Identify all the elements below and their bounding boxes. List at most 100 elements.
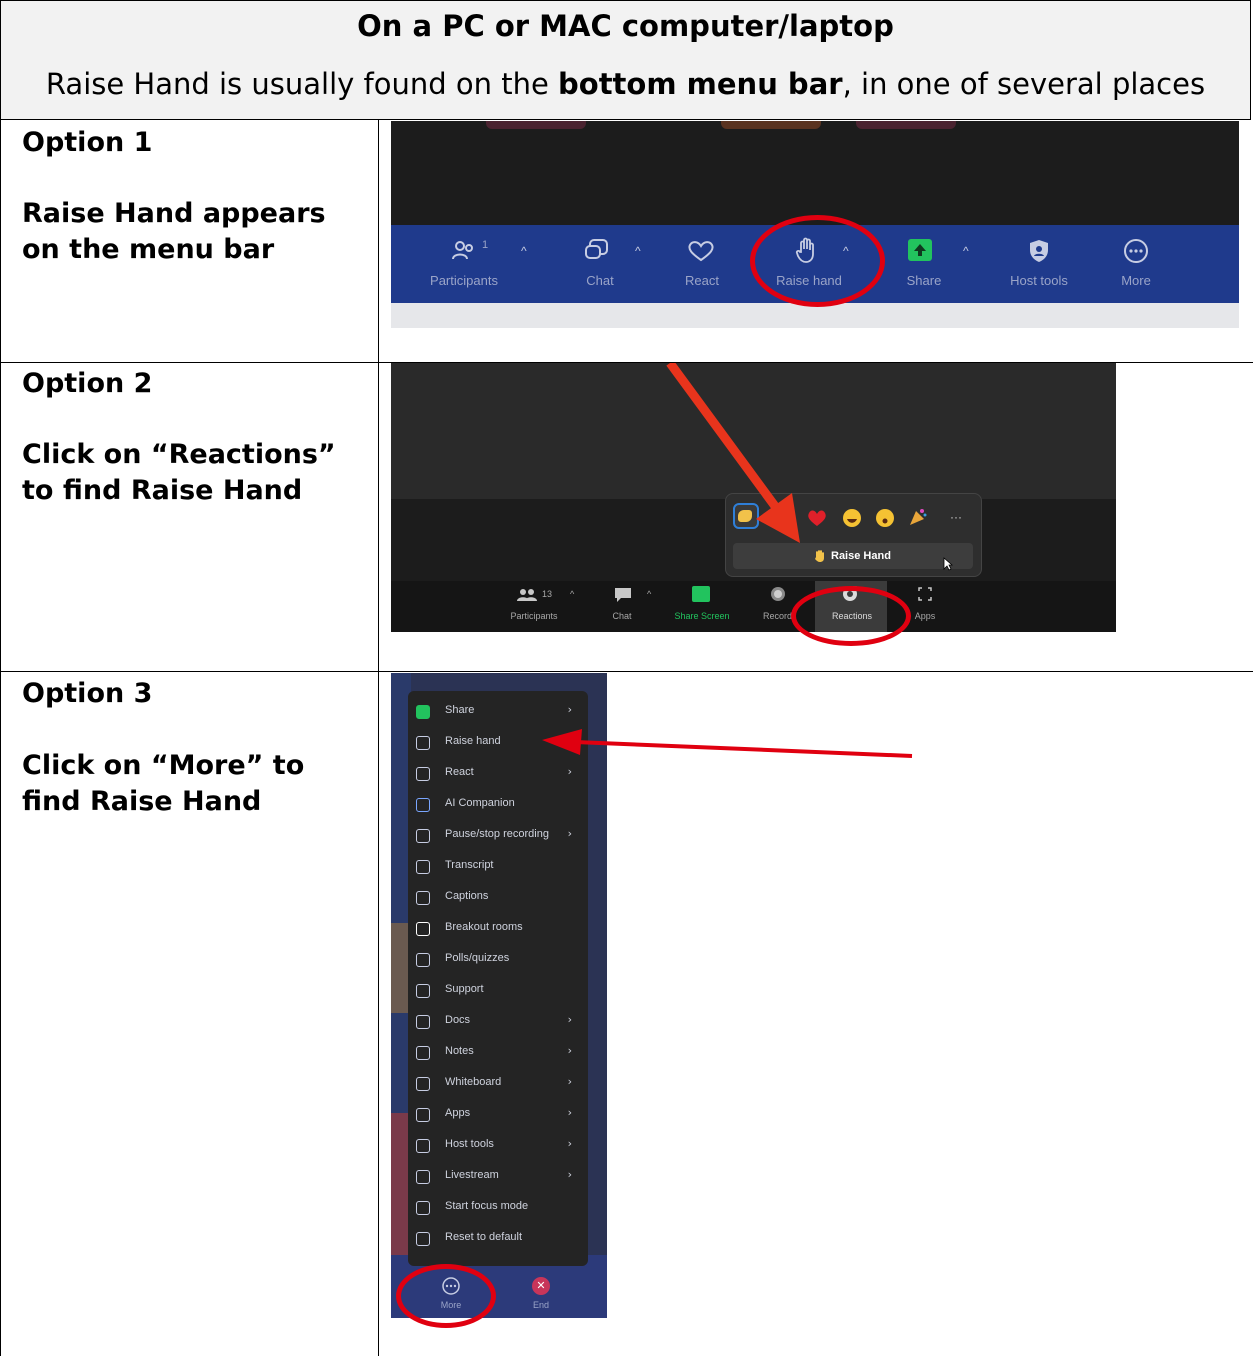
- menu-item-label: Apps: [445, 1107, 471, 1119]
- share-screen-icon[interactable]: [692, 586, 710, 602]
- option-1-description: Raise Hand appears on the menu bar: [22, 198, 326, 265]
- share-screen-label[interactable]: Share Screen: [665, 611, 739, 621]
- menu-item[interactable]: Host tools ›: [408, 1131, 588, 1162]
- table-left-border: [0, 120, 1, 1356]
- share-icon[interactable]: [908, 239, 932, 261]
- option-1-title: Option 1: [22, 127, 153, 158]
- mouse-cursor-icon: [943, 557, 953, 571]
- menu-item[interactable]: Support: [408, 976, 588, 1007]
- video-tile-edges: [486, 121, 586, 129]
- more-icon[interactable]: [1123, 238, 1149, 264]
- menu-item-icon: [416, 829, 430, 843]
- menu-item[interactable]: Polls/quizzes: [408, 945, 588, 976]
- highlight-circle-more: [396, 1264, 496, 1328]
- menu-item-icon: [416, 1015, 430, 1029]
- menu-item-icon: [416, 984, 430, 998]
- menu-item[interactable]: Reset to default: [408, 1224, 588, 1255]
- menu-item-label: Start focus mode: [445, 1200, 529, 1212]
- video-tile-edges: [856, 121, 956, 129]
- menu-item-label: Whiteboard: [445, 1076, 502, 1088]
- end-icon[interactable]: ✕: [532, 1277, 550, 1295]
- menu-item-icon: [416, 1046, 430, 1060]
- menu-item-icon: [416, 736, 430, 750]
- menu-item-label: Livestream: [445, 1169, 499, 1181]
- host-tools-label[interactable]: Host tools: [997, 273, 1081, 288]
- more-menu-items: Share › Raise hand React › AI Companion Pause/…: [408, 697, 588, 1257]
- menu-item-label: Polls/quizzes: [445, 952, 510, 964]
- apps-icon[interactable]: [917, 586, 933, 602]
- submenu-chevron-icon: ›: [567, 1075, 572, 1088]
- surprised-emoji-icon[interactable]: [875, 508, 895, 528]
- heart-icon[interactable]: [687, 240, 715, 262]
- share-label[interactable]: Share: [898, 273, 950, 288]
- menu-item-icon: [416, 922, 430, 936]
- menu-item-label: Notes: [445, 1045, 474, 1057]
- menu-item[interactable]: Breakout rooms: [408, 914, 588, 945]
- menu-item[interactable]: Notes ›: [408, 1038, 588, 1069]
- screenshot-more-menu: Share › Raise hand React › AI Companion Pause/…: [391, 673, 607, 1318]
- menu-item-label: Docs: [445, 1014, 471, 1026]
- header-panel: On a PC or MAC computer/laptop Raise Han…: [0, 0, 1251, 120]
- menu-item[interactable]: Whiteboard ›: [408, 1069, 588, 1100]
- red-arrow-to-reactions: [666, 363, 800, 543]
- chat-label[interactable]: Chat: [571, 273, 629, 288]
- menu-item-label: Share: [445, 704, 475, 716]
- participants-icon[interactable]: [451, 239, 477, 263]
- menu-item[interactable]: React ›: [408, 759, 588, 790]
- menu-item-label: Transcript: [445, 859, 494, 871]
- more-reactions-ellipsis[interactable]: ···: [950, 510, 962, 524]
- more-label[interactable]: More: [1111, 273, 1161, 288]
- menu-item-icon: [416, 1232, 430, 1246]
- menu-item-icon: [416, 1139, 430, 1153]
- participants-label[interactable]: Participants: [419, 273, 509, 288]
- menu-item[interactable]: Docs ›: [408, 1007, 588, 1038]
- participants-label[interactable]: Participants: [499, 611, 569, 621]
- menu-item[interactable]: Pause/stop recording ›: [408, 821, 588, 852]
- submenu-chevron-icon: ›: [567, 1137, 572, 1150]
- red-arrow-to-raise-hand: [542, 729, 913, 758]
- menu-item[interactable]: Start focus mode: [408, 1193, 588, 1224]
- chat-caret[interactable]: ^: [635, 244, 641, 258]
- record-icon[interactable]: [770, 586, 786, 602]
- menu-item-icon: [416, 767, 430, 781]
- menu-item-icon: [416, 860, 430, 874]
- row-divider-2: [0, 671, 1253, 672]
- chat-bubble-icon[interactable]: [613, 587, 633, 603]
- participants-icon[interactable]: [517, 588, 539, 602]
- menu-item-label: Pause/stop recording: [445, 828, 549, 840]
- end-label[interactable]: End: [526, 1300, 556, 1310]
- participants-count: 13: [542, 589, 553, 599]
- laughing-emoji-icon[interactable]: [842, 508, 862, 528]
- apps-label[interactable]: Apps: [905, 611, 945, 621]
- submenu-chevron-icon: ›: [567, 703, 572, 716]
- menu-item-icon: [416, 798, 430, 812]
- participants-count: 1: [482, 239, 489, 251]
- highlight-circle-raise-hand: [750, 215, 885, 307]
- participants-caret[interactable]: ^: [521, 244, 527, 258]
- menu-item[interactable]: Apps ›: [408, 1100, 588, 1131]
- video-area-top: [391, 121, 1239, 225]
- menu-item[interactable]: Captions: [408, 883, 588, 914]
- menu-item-icon: [416, 1108, 430, 1122]
- highlight-circle-reactions: [791, 586, 911, 646]
- menu-item[interactable]: Share ›: [408, 697, 588, 728]
- share-caret[interactable]: ^: [963, 244, 969, 258]
- submenu-chevron-icon: ›: [567, 827, 572, 840]
- zoom-toolbar: [391, 581, 1116, 632]
- menu-item[interactable]: Livestream ›: [408, 1162, 588, 1193]
- table-column-divider: [378, 120, 379, 1356]
- chat-icon[interactable]: [584, 238, 610, 264]
- menu-item-label: Breakout rooms: [445, 921, 523, 933]
- host-tools-shield-icon[interactable]: [1028, 238, 1050, 264]
- party-popper-emoji-icon[interactable]: [908, 507, 928, 527]
- menu-item[interactable]: Transcript: [408, 852, 588, 883]
- menu-item-icon: [416, 1077, 430, 1091]
- menu-item[interactable]: AI Companion: [408, 790, 588, 821]
- instruction-document: On a PC or MAC computer/laptop Raise Han…: [0, 0, 1253, 1356]
- chat-caret[interactable]: ^: [647, 589, 651, 599]
- participants-caret[interactable]: ^: [570, 589, 574, 599]
- chat-label[interactable]: Chat: [605, 611, 639, 621]
- react-label[interactable]: React: [676, 273, 728, 288]
- menu-item-label: Reset to default: [445, 1231, 523, 1243]
- submenu-chevron-icon: ›: [567, 1044, 572, 1057]
